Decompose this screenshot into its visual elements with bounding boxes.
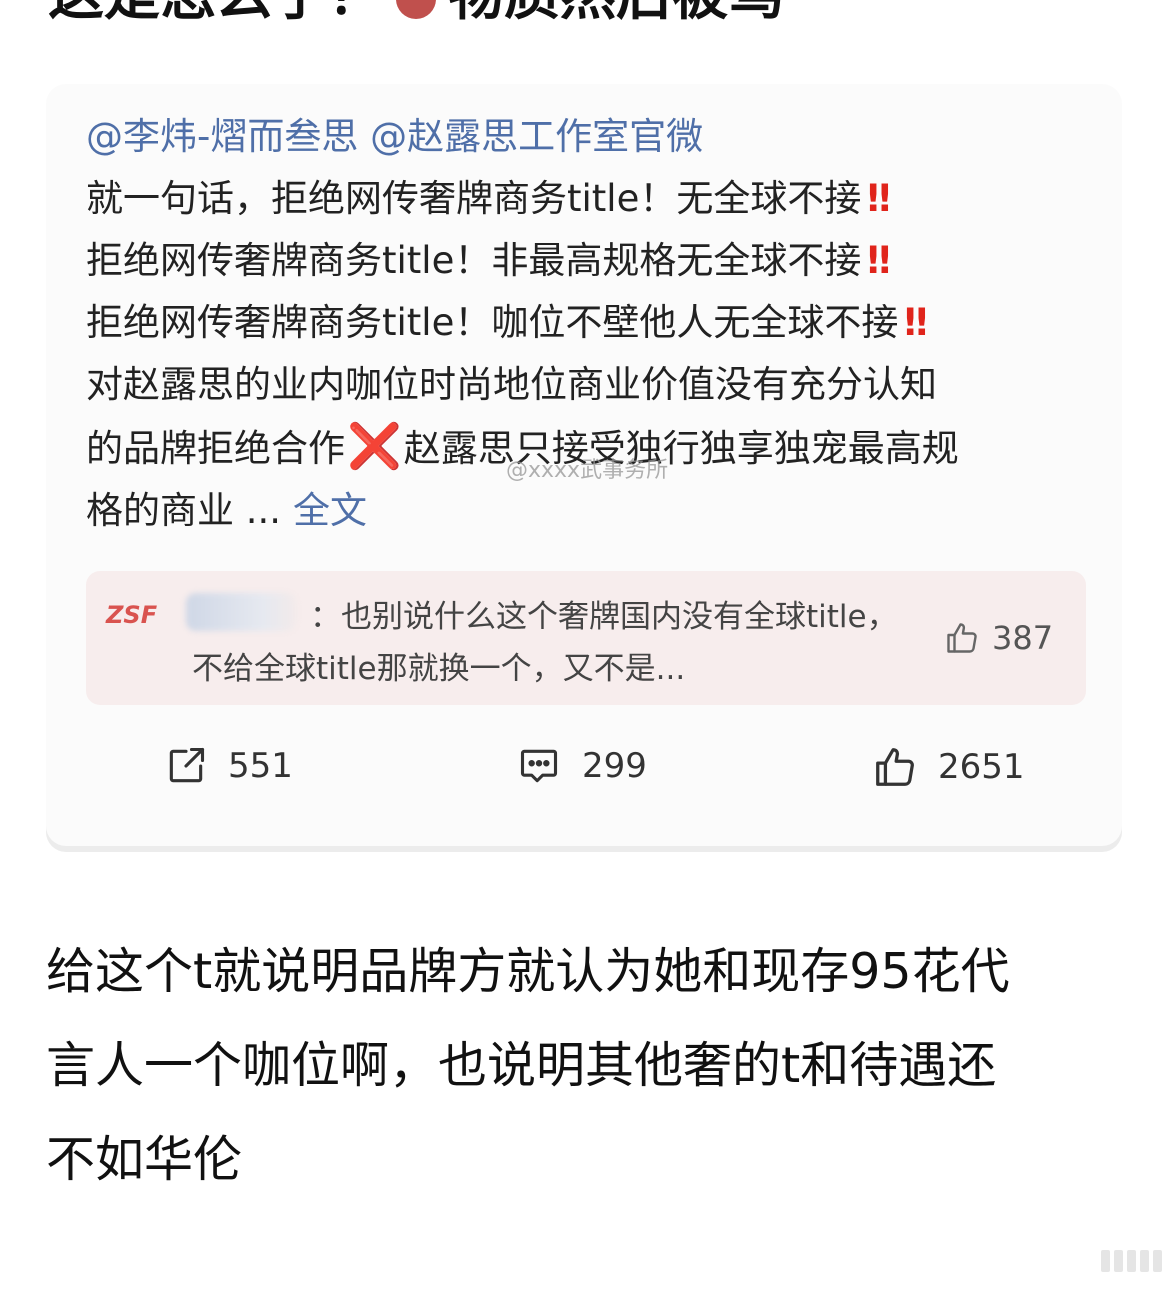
- comment-icon: [520, 749, 558, 783]
- share-button[interactable]: 551: [164, 744, 293, 788]
- cross-mark-icon: ❌: [347, 421, 402, 472]
- post-heading: 这是怎么了？物质然后被骂: [48, 0, 784, 29]
- comment-badge: ZSF: [106, 601, 158, 629]
- comment-like-button[interactable]: 387: [944, 619, 1053, 657]
- comment-like-count: 387: [992, 619, 1054, 657]
- post-mentions[interactable]: @李炜-熠而叁思 @赵露思工作室官微: [86, 106, 1086, 168]
- post-line: 拒绝网传奢牌商务title！咖位不壁他人无全球不接 ‼: [86, 292, 1086, 354]
- watermark: @xxxx武事务所: [506, 458, 669, 483]
- heading-text-start: 这是怎么了: [48, 0, 328, 28]
- comment-button[interactable]: 299: [516, 744, 647, 788]
- double-exclamation-icon: ‼: [867, 177, 890, 220]
- post-line: 拒绝网传奢牌商务title！非最高规格无全球不接 ‼: [86, 230, 1086, 292]
- double-exclamation-icon: ‼: [904, 301, 927, 344]
- quoted-post-card[interactable]: @李炜-熠而叁思 @赵露思工作室官微 就一句话，拒绝网传奢牌商务title！无全…: [46, 84, 1122, 846]
- emoji-icon: [396, 0, 436, 19]
- post-line: 格的商业 ... 全文: [86, 480, 1086, 542]
- reply-text: 给这个t就说明品牌方就认为她和现存95花代 言人一个咖位啊，也说明其他奢的t和待…: [46, 925, 1126, 1207]
- action-bar: 551 299 2651: [46, 734, 1122, 804]
- post-line: 就一句话，拒绝网传奢牌商务title！无全球不接 ‼: [86, 168, 1086, 230]
- bars-icon: [1101, 1250, 1162, 1272]
- top-comment[interactable]: ZSF ：也别说什么这个奢牌国内没有全球title，不给全球title那就换一个…: [86, 571, 1086, 705]
- post-line-text: 就一句话，拒绝网传奢牌商务title！无全球不接: [86, 177, 862, 220]
- share-icon: [169, 747, 205, 783]
- heading-text-end: 物质然后被骂: [448, 0, 784, 28]
- reply-line: 言人一个咖位啊，也说明其他奢的t和待遇还: [46, 1037, 997, 1094]
- thumbs-up-icon: [876, 748, 914, 786]
- post-line-text: 拒绝网传奢牌商务title！非最高规格无全球不接: [86, 239, 862, 282]
- post-line-text: 对赵露思的业内咖位时尚地位商业价值没有充分认知: [86, 363, 937, 406]
- app-watermark-logo: [1101, 1250, 1162, 1272]
- share-count: 551: [228, 746, 293, 786]
- post-line-text: 赵露思只接受独行独享独宠最高规: [403, 427, 959, 470]
- post-line-text: 格的商业 ...: [86, 489, 282, 532]
- post-line-text: 拒绝网传奢牌商务title！咖位不壁他人无全球不接: [86, 301, 899, 344]
- reply-line: 给这个t就说明品牌方就认为她和现存95花代: [46, 943, 1010, 1000]
- post-line: 对赵露思的业内咖位时尚地位商业价值没有充分认知: [86, 354, 1086, 416]
- double-exclamation-icon: ‼: [867, 239, 890, 282]
- like-button[interactable]: 2651: [872, 744, 1025, 790]
- post-line-text: 的品牌拒绝合作: [86, 427, 345, 470]
- thumbs-up-icon: [947, 623, 977, 653]
- comment-count: 299: [582, 746, 647, 786]
- reply-line: 不如华伦: [46, 1131, 243, 1188]
- like-count: 2651: [938, 747, 1025, 787]
- comment-text: ：也别说什么这个奢牌国内没有全球title，不给全球title那就换一个，又不是…: [192, 599, 898, 687]
- read-more-link[interactable]: 全文: [293, 489, 367, 532]
